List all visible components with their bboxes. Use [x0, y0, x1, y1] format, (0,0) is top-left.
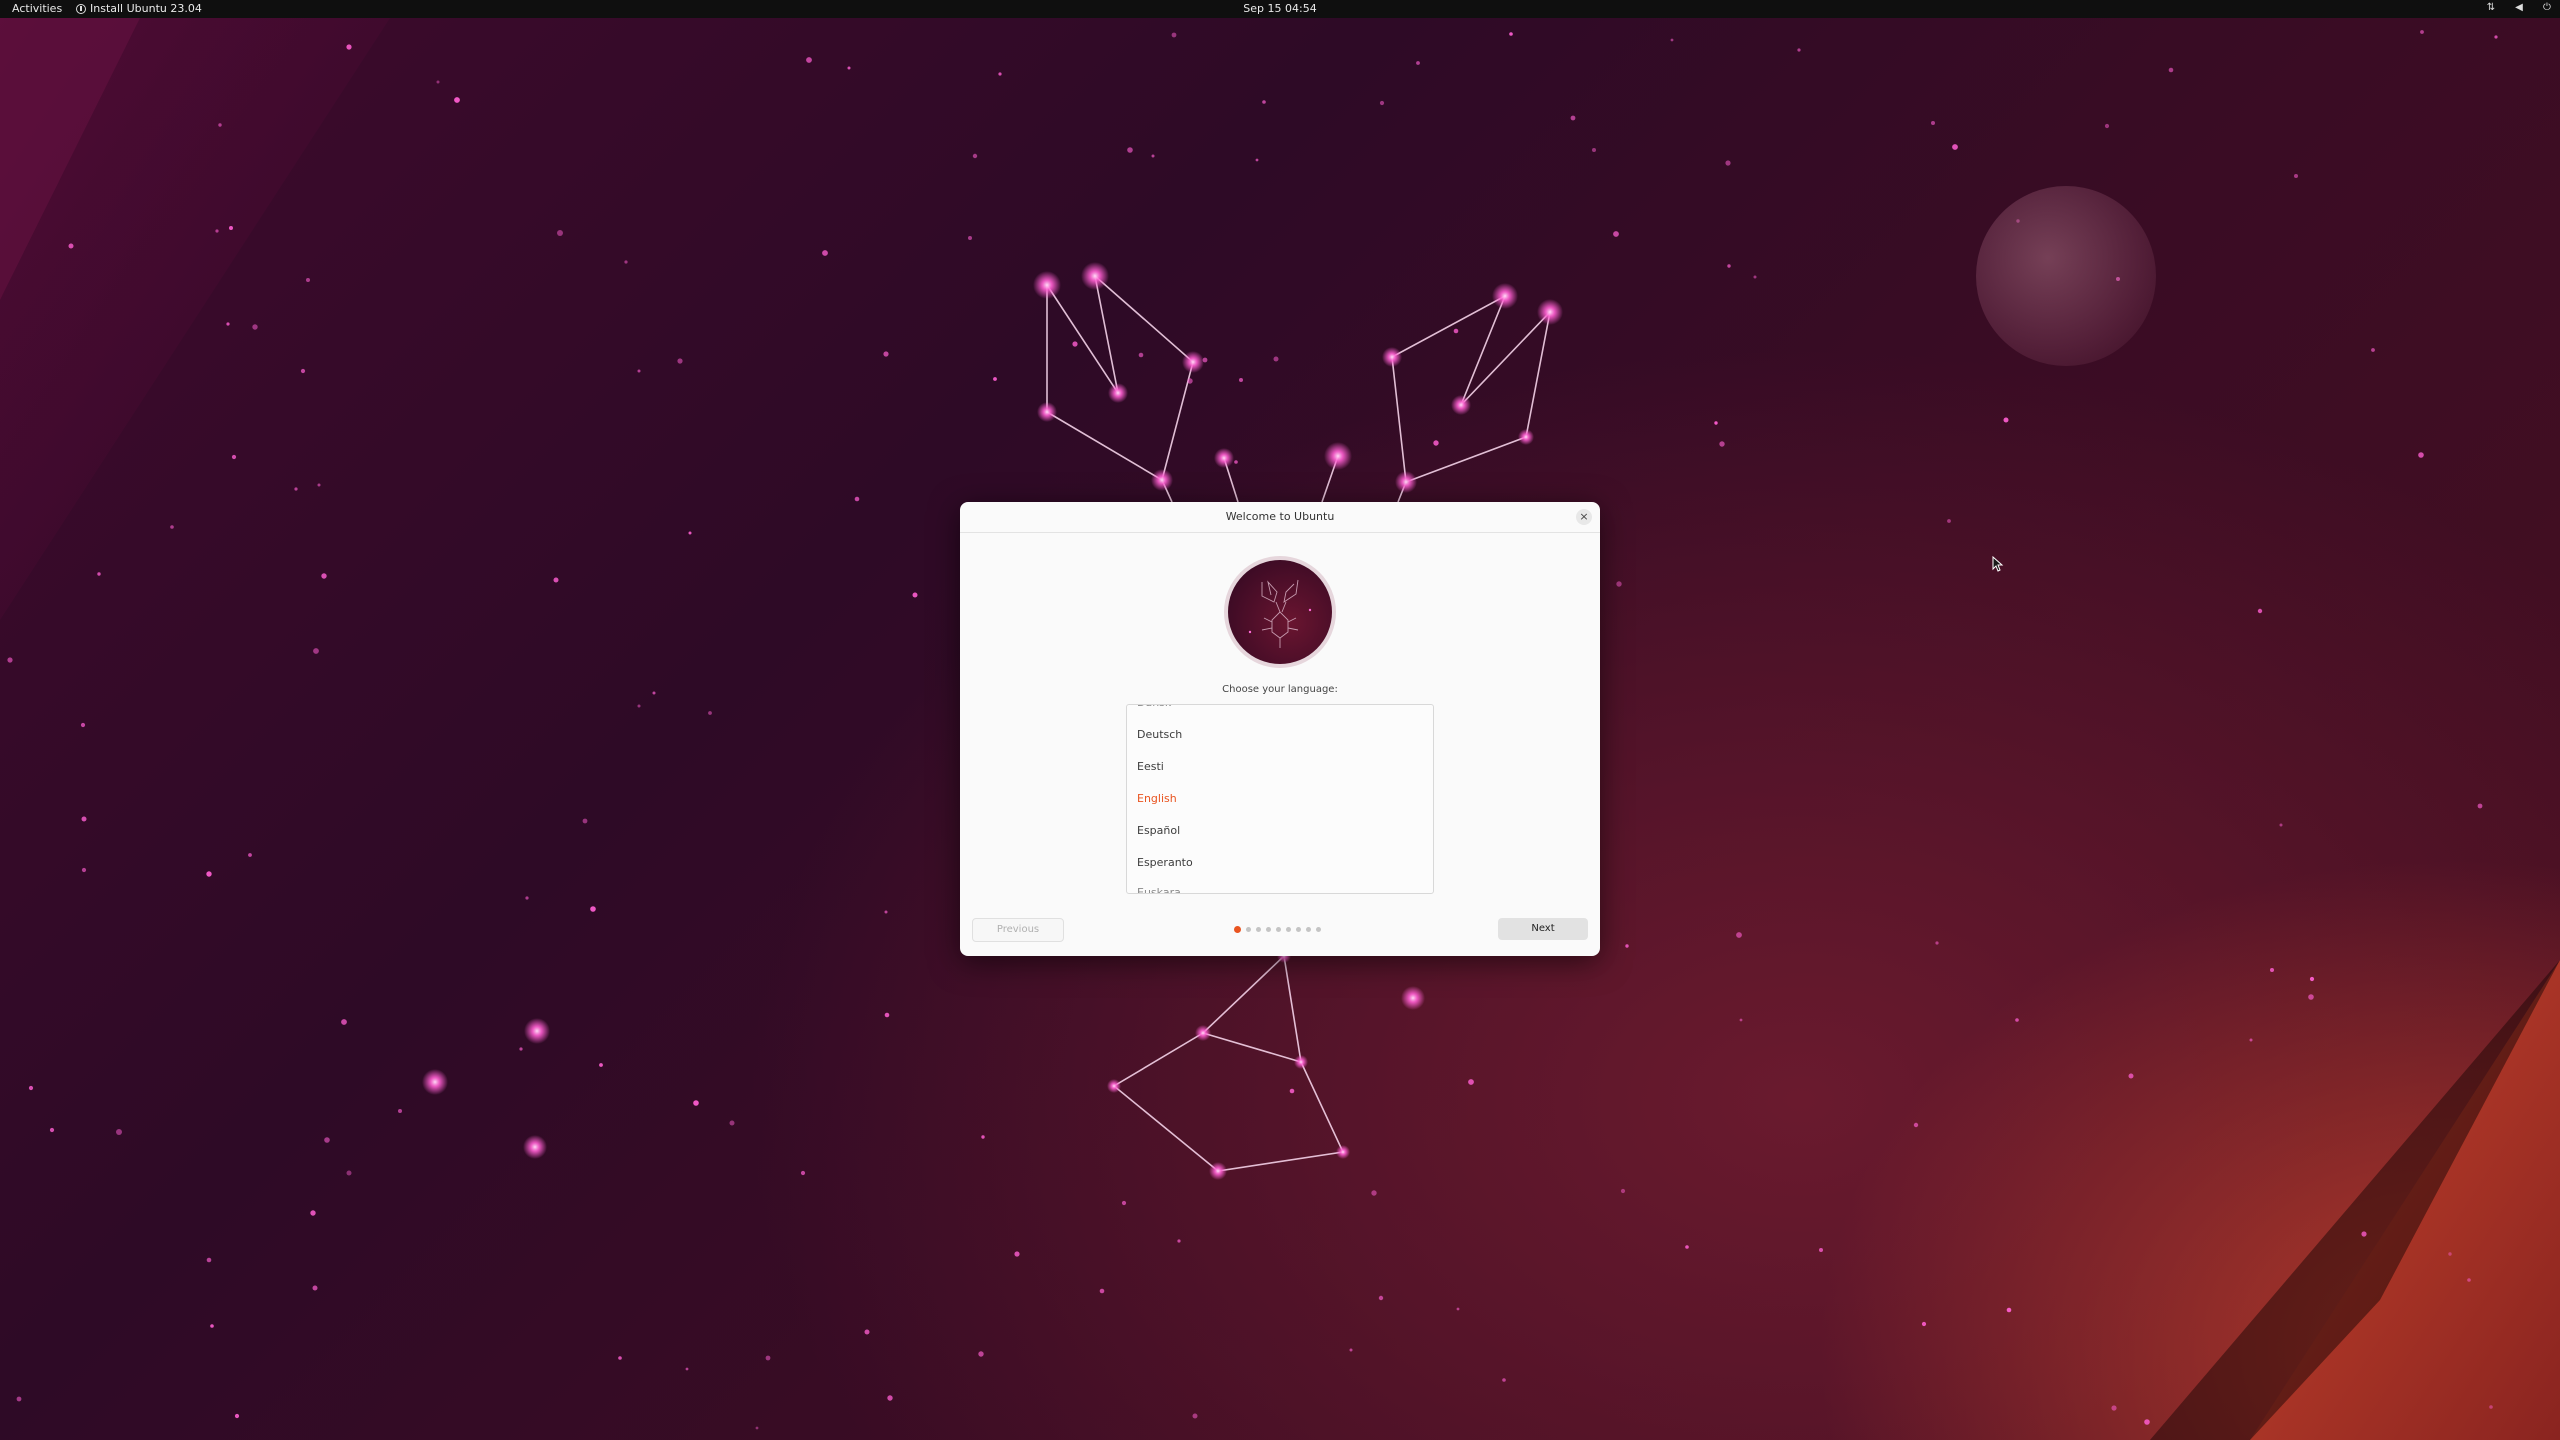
app-name: Install Ubuntu 23.04: [90, 2, 202, 15]
close-button[interactable]: ×: [1576, 509, 1592, 525]
step-indicator: [1234, 926, 1321, 933]
step-dot: [1296, 927, 1301, 932]
step-dot: [1306, 927, 1311, 932]
step-dot: [1286, 927, 1291, 932]
language-item-euskara[interactable]: Euskara: [1137, 883, 1181, 893]
ubuntu-installer-icon: [76, 3, 86, 14]
dialog-header: Welcome to Ubuntu ×: [960, 502, 1600, 533]
step-dot: [1316, 927, 1321, 932]
step-dot-active: [1234, 926, 1241, 933]
step-dot: [1266, 927, 1271, 932]
power-icon: ⏻: [2543, 2, 2551, 13]
step-dot: [1256, 927, 1261, 932]
mouse-pointer-icon: [1992, 556, 2004, 572]
network-icon: ⇅: [2486, 2, 2496, 13]
close-icon: ×: [1579, 510, 1589, 523]
dialog-title: Welcome to Ubuntu: [1225, 510, 1335, 523]
language-list[interactable]: Dansk Deutsch Eesti English Español Espe…: [1126, 704, 1434, 894]
language-item-english[interactable]: English: [1137, 789, 1177, 809]
language-item-esperanto[interactable]: Esperanto: [1137, 853, 1193, 873]
lobster-icon: [1248, 579, 1312, 648]
clock[interactable]: Sep 15 04:54: [1243, 2, 1316, 15]
next-button[interactable]: Next: [1498, 918, 1588, 940]
top-bar: Activities Install Ubuntu 23.04 Sep 15 0…: [0, 0, 2560, 18]
language-item-dansk[interactable]: Dansk: [1137, 705, 1171, 713]
welcome-dialog: Welcome to Ubuntu × Choose your language…: [960, 502, 1600, 956]
system-tray[interactable]: ⇅ ◀ ⏻: [2486, 2, 2552, 14]
step-dot: [1246, 927, 1251, 932]
lunar-lobster-logo: [1224, 556, 1336, 668]
language-item-eesti[interactable]: Eesti: [1137, 757, 1164, 777]
step-dot: [1276, 927, 1281, 932]
activities-button[interactable]: Activities: [12, 2, 62, 15]
moon: [1976, 186, 2156, 366]
app-menu[interactable]: Install Ubuntu 23.04: [76, 2, 202, 15]
language-item-deutsch[interactable]: Deutsch: [1137, 725, 1182, 745]
previous-button[interactable]: Previous: [972, 918, 1064, 942]
choose-language-label: Choose your language:: [1222, 684, 1338, 695]
language-item-espanol[interactable]: Español: [1137, 821, 1180, 841]
volume-icon: ◀: [2515, 2, 2523, 13]
